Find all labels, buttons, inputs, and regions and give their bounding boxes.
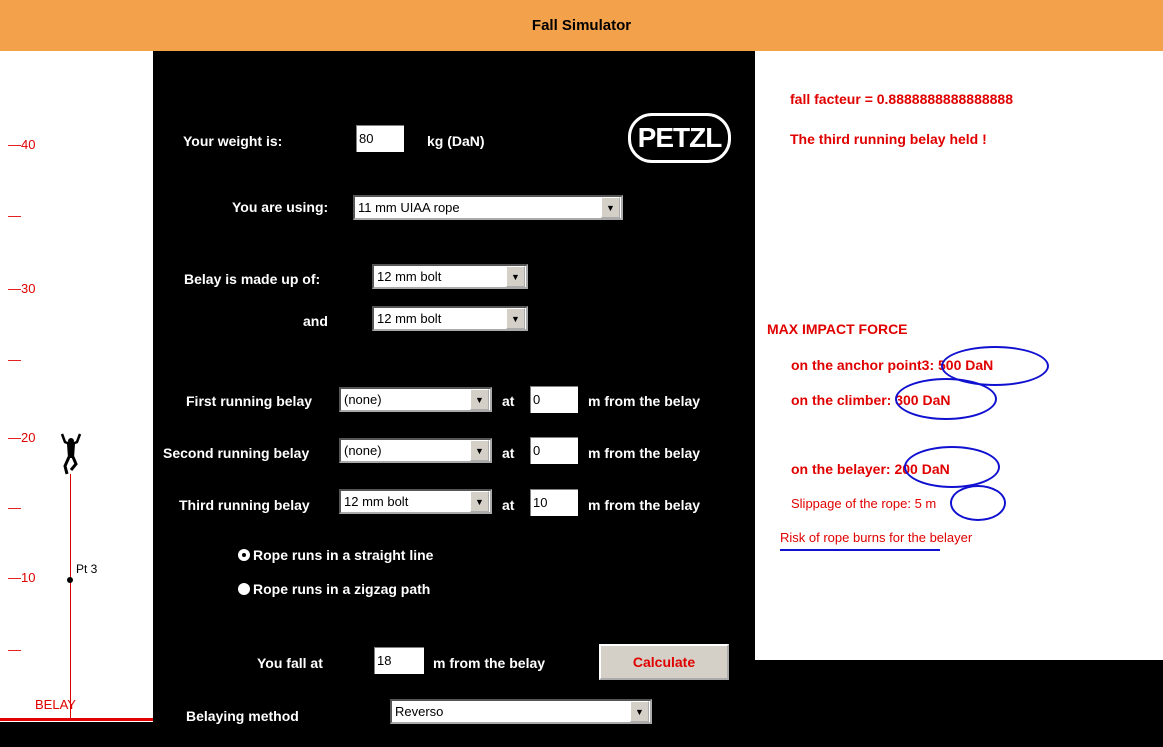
chevron-down-icon: ▼ — [630, 701, 649, 722]
scale-tick: — — [8, 500, 21, 515]
run3-at: at — [502, 497, 515, 513]
run2-at: at — [502, 445, 515, 461]
max-impact-heading: MAX IMPACT FORCE — [767, 321, 908, 337]
annotation-oval — [895, 378, 997, 420]
chevron-down-icon: ▼ — [506, 266, 525, 287]
run3-label: Third running belay — [179, 497, 310, 513]
run1-at: at — [502, 393, 515, 409]
weight-input[interactable] — [355, 124, 405, 153]
annotation-oval — [950, 485, 1006, 521]
running-belay-point — [67, 577, 73, 583]
slippage-text: Slippage of the rope: 5 m — [791, 496, 937, 511]
scale-tick: — — [8, 208, 21, 223]
climber-figure-icon — [60, 433, 82, 475]
risk-text: Risk of rope burns for the belayer — [780, 530, 973, 545]
fall-factor-text: fall facteur = 0.8888888888888888 — [790, 91, 1014, 107]
chevron-down-icon: ▼ — [470, 389, 489, 410]
held-message: The third running belay held ! — [790, 131, 987, 147]
method-label: Belaying method — [186, 708, 299, 724]
rope-line — [70, 474, 71, 720]
scale-tick: — — [8, 642, 21, 657]
weight-unit: kg (DaN) — [427, 133, 485, 149]
radio-straight[interactable]: Rope runs in a straight line — [238, 547, 433, 563]
fall-distance-input[interactable] — [373, 646, 425, 675]
point-label: Pt 3 — [76, 562, 98, 576]
belay-select-1[interactable]: 12 mm bolt ▼ — [372, 264, 528, 289]
and-label: and — [303, 313, 328, 329]
chevron-down-icon: ▼ — [470, 491, 489, 512]
weight-label: Your weight is: — [183, 133, 283, 149]
radio-unselected-icon — [238, 583, 250, 595]
chevron-down-icon: ▼ — [470, 440, 489, 461]
chevron-down-icon: ▼ — [506, 308, 525, 329]
scale-label-10: —10 — [8, 570, 36, 585]
fall-suffix: m from the belay — [433, 655, 546, 671]
fall-label: You fall at — [257, 655, 323, 671]
run2-select[interactable]: (none) ▼ — [339, 438, 492, 463]
rope-select[interactable]: 11 mm UIAA rope ▼ — [353, 195, 623, 220]
app-title-bar: Fall Simulator — [0, 0, 1163, 51]
radio-zigzag[interactable]: Rope runs in a zigzag path — [238, 581, 430, 597]
risk-link[interactable]: Risk of rope burns — [780, 530, 886, 545]
run1-select[interactable]: (none) ▼ — [339, 387, 492, 412]
scale-label-20: —20 — [8, 430, 36, 445]
run1-label: First running belay — [186, 393, 313, 409]
belay-label: BELAY — [35, 697, 76, 712]
run2-suffix: m from the belay — [588, 445, 701, 461]
calculate-button[interactable]: Calculate — [599, 644, 729, 680]
petzl-logo: PETZL — [628, 113, 731, 163]
chevron-down-icon: ▼ — [601, 197, 620, 218]
annotation-oval — [904, 446, 1000, 488]
belay-made-label: Belay is made up of: — [184, 271, 321, 287]
run3-select[interactable]: 12 mm bolt ▼ — [339, 489, 492, 514]
app-title: Fall Simulator — [531, 17, 632, 34]
method-select[interactable]: Reverso ▼ — [390, 699, 652, 724]
belay-ground-line — [0, 718, 153, 721]
belay-select-2[interactable]: 12 mm bolt ▼ — [372, 306, 528, 331]
annotation-underline — [780, 549, 940, 551]
run1-suffix: m from the belay — [588, 393, 701, 409]
scale-label-30: —30 — [8, 281, 36, 296]
scale-tick: — — [8, 352, 21, 367]
rope-label: You are using: — [232, 199, 329, 215]
run3-suffix: m from the belay — [588, 497, 701, 513]
radio-selected-icon — [238, 549, 250, 561]
scale-label-40: —40 — [8, 137, 36, 152]
run2-distance-input[interactable] — [529, 436, 579, 465]
run1-distance-input[interactable] — [529, 385, 579, 414]
run2-label: Second running belay — [163, 445, 310, 461]
run3-distance-input[interactable] — [529, 488, 579, 517]
